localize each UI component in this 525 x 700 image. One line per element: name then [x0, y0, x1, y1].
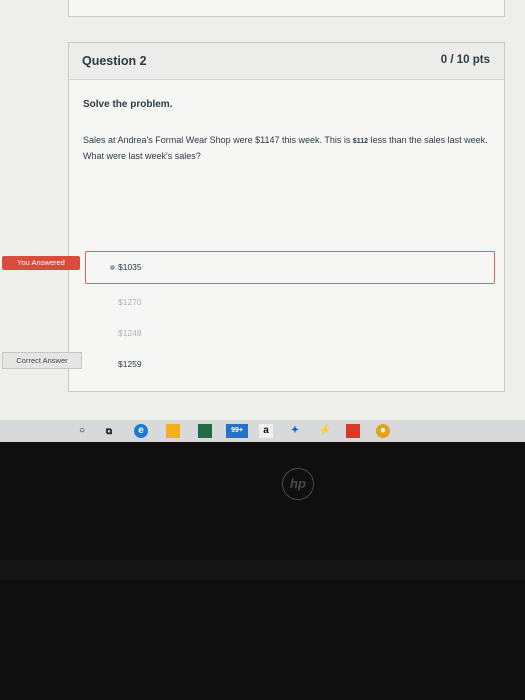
- question-text: Sales at Andrea's Formal Wear Shop were …: [83, 133, 493, 163]
- task-view-icon[interactable]: ⧉: [102, 424, 116, 438]
- dropbox-icon[interactable]: ✦: [288, 424, 302, 438]
- question-points: 0 / 10 pts: [440, 54, 490, 66]
- answer-choice-3[interactable]: $1248: [118, 328, 142, 338]
- question-header: Question 2 0 / 10 pts: [69, 43, 504, 80]
- store-icon[interactable]: [198, 424, 212, 438]
- answer-choice-1: $1035: [118, 262, 142, 272]
- hp-logo-icon: hp: [282, 468, 314, 500]
- amazon-icon[interactable]: a: [259, 424, 273, 438]
- file-explorer-icon[interactable]: [166, 424, 180, 438]
- question-card: Question 2 0 / 10 pts Solve the problem.…: [68, 42, 505, 392]
- radio-selected-icon[interactable]: [110, 265, 115, 270]
- chrome-browser-icon[interactable]: ●: [376, 424, 390, 438]
- question-text-part1: Sales at Andrea's Formal Wear Shop were …: [83, 135, 351, 145]
- edge-browser-icon[interactable]: e: [134, 424, 148, 438]
- question-title: Question 2: [82, 54, 147, 68]
- you-answered-label: You Answered: [17, 258, 65, 267]
- mail-badge: 99+: [231, 427, 243, 434]
- question-instruction: Solve the problem.: [83, 99, 173, 110]
- answer-choice-2[interactable]: $1270: [118, 297, 142, 307]
- search-circle-icon[interactable]: ○: [75, 424, 89, 438]
- laptop-hinge: [0, 560, 525, 580]
- correct-answer-label: Correct Answer: [16, 356, 68, 365]
- answer-choice-4[interactable]: $1259: [118, 359, 142, 369]
- correct-answer-flag: Correct Answer: [2, 352, 82, 369]
- previous-question-card: [68, 0, 505, 17]
- amazon-glyph: a: [263, 425, 269, 436]
- office-icon[interactable]: [346, 424, 360, 438]
- you-answered-flag: You Answered: [2, 256, 80, 270]
- windows-taskbar: ○ ⧉ e 99+ a ✦ ⚡ ●: [0, 420, 525, 442]
- tidal-icon[interactable]: ⚡: [318, 424, 332, 438]
- answer-option-selected[interactable]: $1035: [85, 251, 495, 284]
- question-text-amount: $112: [352, 138, 369, 145]
- mail-icon[interactable]: 99+: [226, 424, 248, 438]
